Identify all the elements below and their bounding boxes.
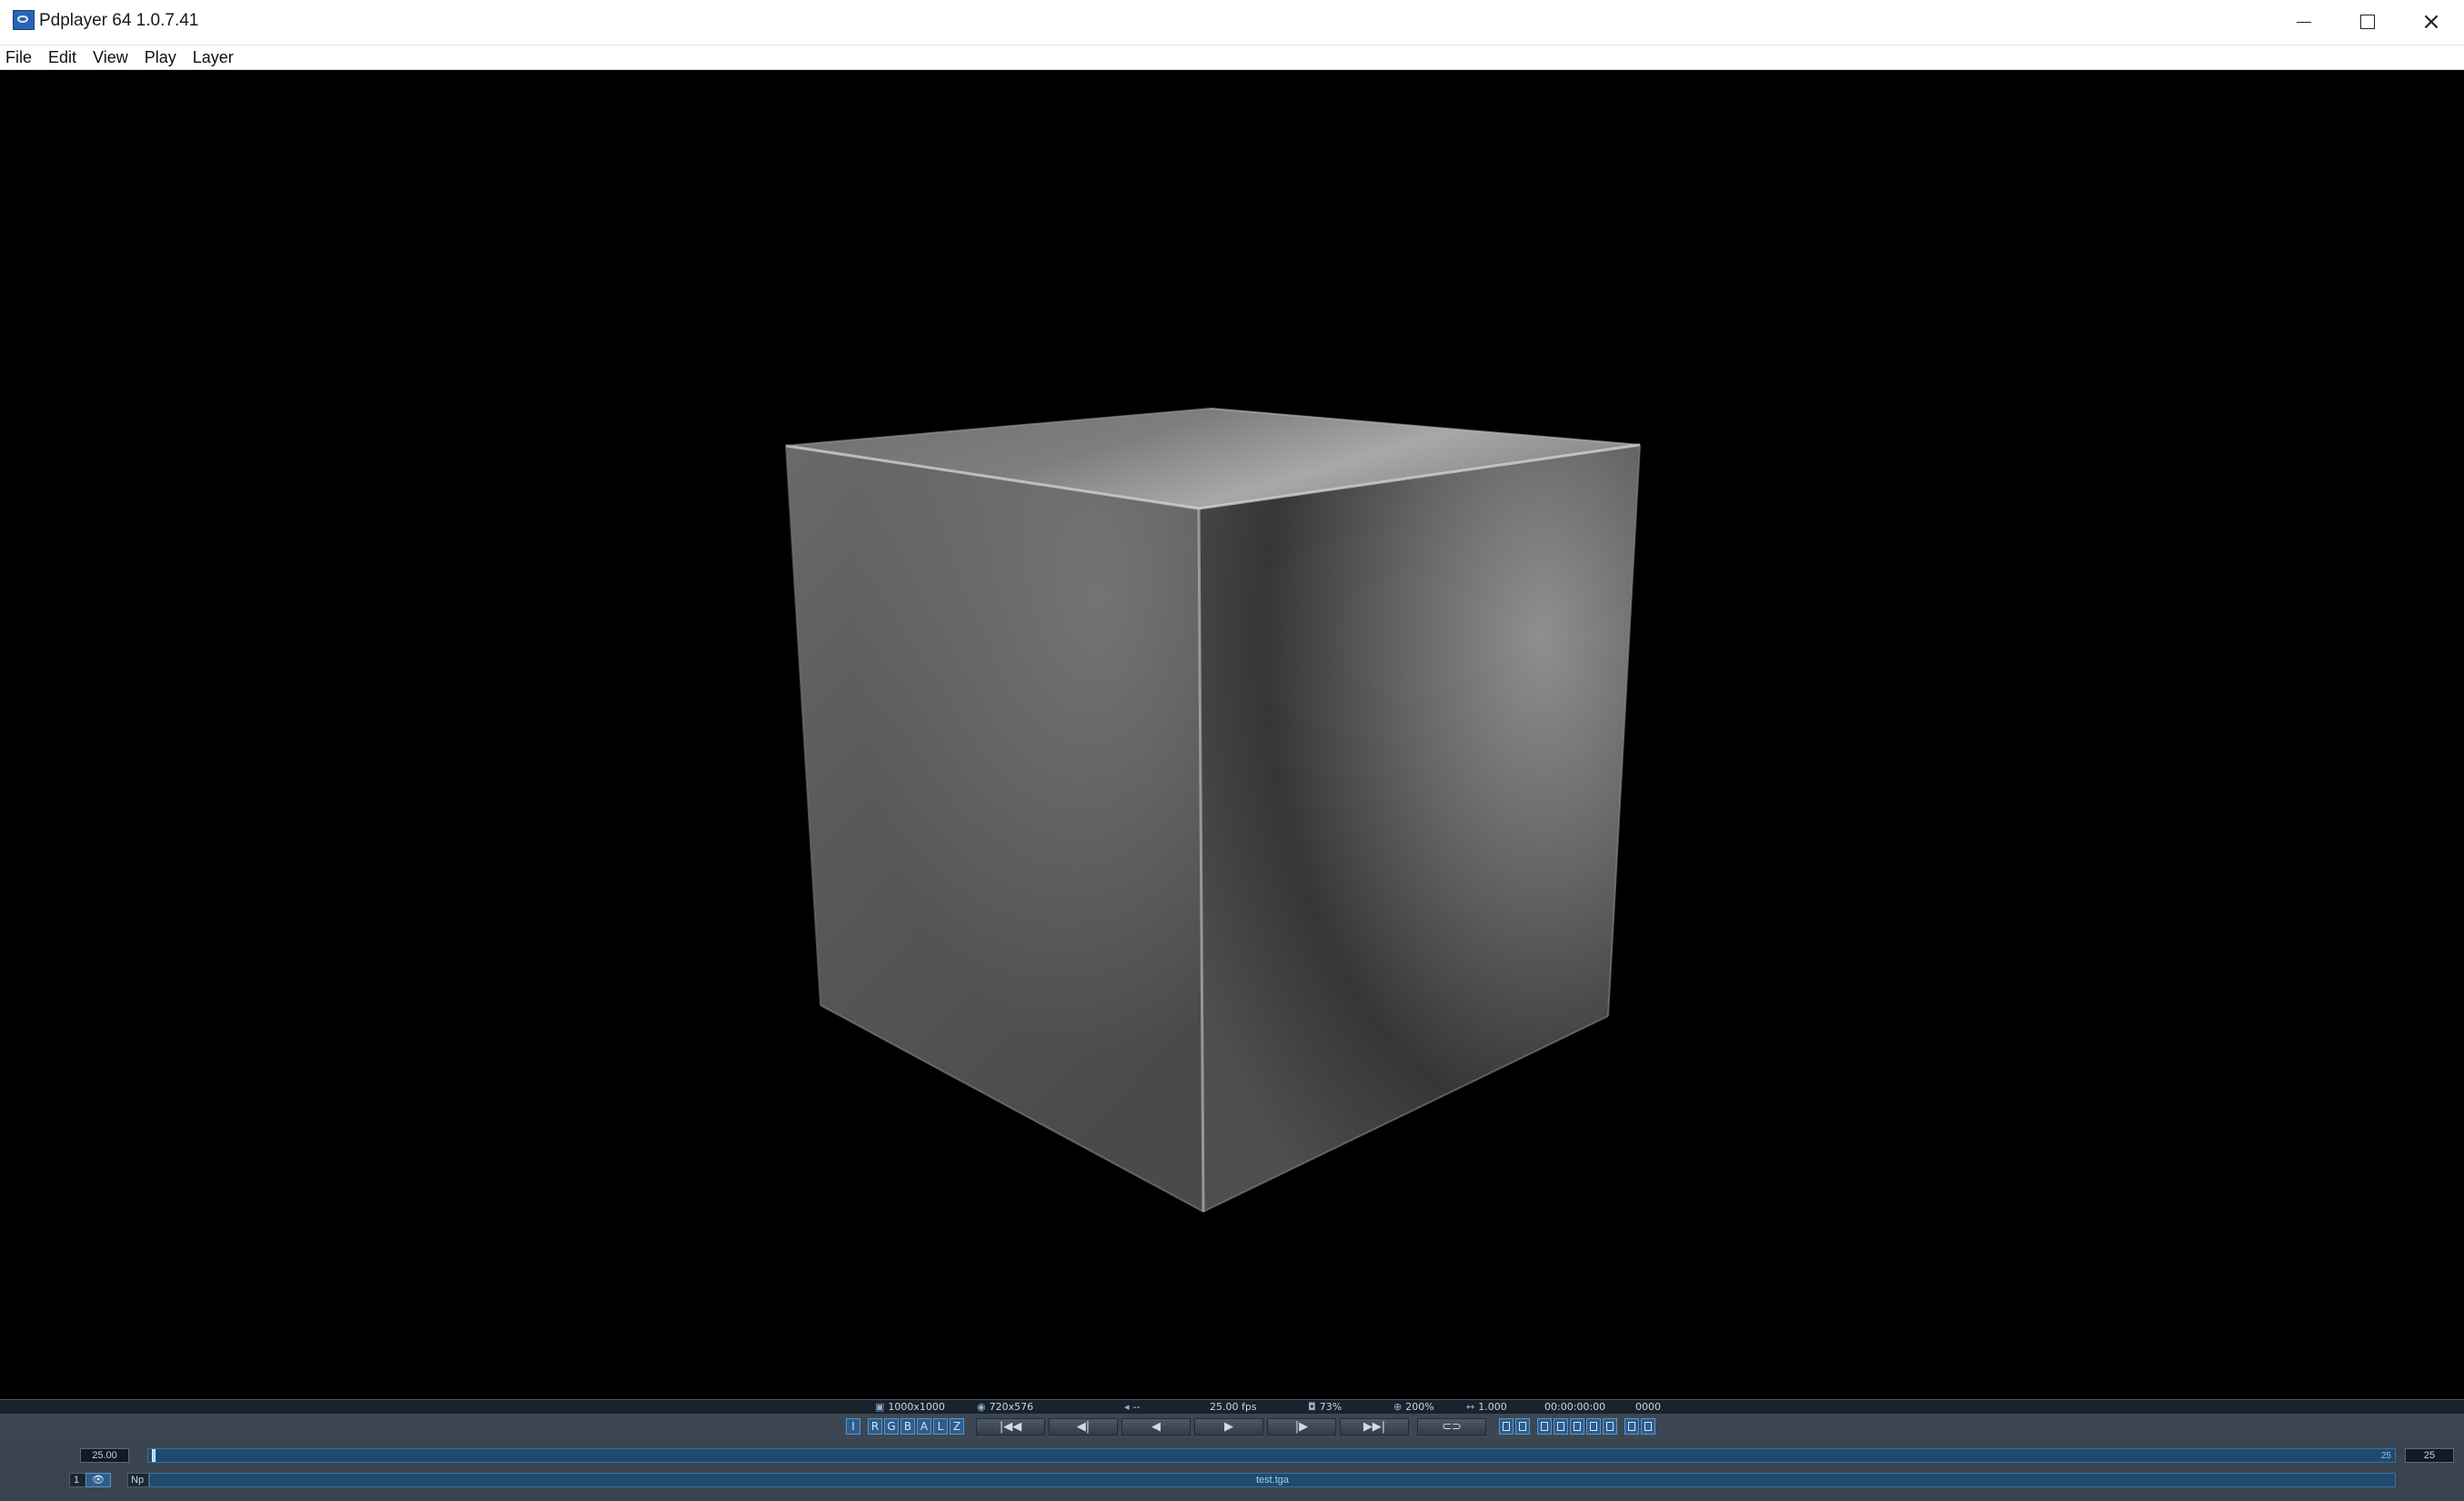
view-mode-4-button[interactable] bbox=[1554, 1418, 1568, 1435]
rendered-grey-cube bbox=[785, 408, 1641, 1214]
view-mode-8-button[interactable] bbox=[1624, 1418, 1639, 1435]
layer-visibility-toggle[interactable]: 👁 bbox=[85, 1473, 111, 1487]
zoom-info: ⊕ 200% bbox=[1393, 1401, 1434, 1413]
end-frame-field[interactable]: 25 bbox=[2405, 1448, 2454, 1463]
layer-clip[interactable]: test.tga bbox=[149, 1473, 2396, 1487]
menu-bar: File Edit View Play Layer bbox=[0, 45, 2464, 70]
cube-right-face bbox=[1199, 445, 1640, 1212]
eye-icon: 👁 bbox=[92, 1475, 105, 1486]
fps-field[interactable]: 25.00 bbox=[80, 1448, 129, 1463]
view-mode-5-button[interactable] bbox=[1570, 1418, 1584, 1435]
aspect-info: ↔ 1.000 bbox=[1466, 1401, 1507, 1413]
pdplayer-app-icon[interactable] bbox=[13, 10, 35, 30]
close-button[interactable]: × bbox=[2399, 0, 2463, 44]
end-frame-marker: 25 bbox=[2380, 1451, 2391, 1461]
toolbar: I R G B A L Z |◀◀ ◀| ◀ ▶ |▶ ▶▶| ⊂⊃ bbox=[0, 1414, 2464, 1439]
channel-a-button[interactable]: A bbox=[917, 1418, 931, 1435]
timeline-track[interactable]: 25 bbox=[147, 1448, 2396, 1463]
last-frame-button[interactable]: ▶▶| bbox=[1340, 1418, 1409, 1436]
first-frame-button[interactable]: |◀◀ bbox=[976, 1418, 1045, 1436]
menu-view[interactable]: View bbox=[85, 45, 136, 70]
playhead[interactable] bbox=[152, 1449, 156, 1462]
play-forward-button[interactable]: ▶ bbox=[1194, 1418, 1263, 1436]
view-mode-1-button[interactable] bbox=[1499, 1418, 1514, 1435]
view-mode-3-button[interactable] bbox=[1537, 1418, 1552, 1435]
player-controls: ▣ 1000x1000 ◉ 720x576 ◂ -- 25.00 fps ◘ 73% ⊕… bbox=[0, 1399, 2464, 1501]
channel-r-button[interactable]: R bbox=[868, 1418, 882, 1435]
step-back-button[interactable]: ◀| bbox=[1049, 1418, 1118, 1436]
channel-l-button[interactable]: L bbox=[933, 1418, 948, 1435]
view-mode-7-button[interactable] bbox=[1603, 1418, 1617, 1435]
maximize-button[interactable] bbox=[2336, 0, 2399, 44]
info-strip: ▣ 1000x1000 ◉ 720x576 ◂ -- 25.00 fps ◘ 73% ⊕… bbox=[0, 1399, 2464, 1414]
audio-info: ◂ -- bbox=[1124, 1401, 1141, 1413]
layer-row: 1 👁 Np test.tga bbox=[0, 1470, 2464, 1490]
view-mode-9-button[interactable] bbox=[1641, 1418, 1655, 1435]
frame-info: 0000 bbox=[1635, 1401, 1661, 1413]
view-mode-6-button[interactable] bbox=[1586, 1418, 1601, 1435]
channel-z-button[interactable]: Z bbox=[950, 1418, 964, 1435]
maximize-icon bbox=[2360, 15, 2375, 29]
menu-file[interactable]: File bbox=[0, 45, 40, 70]
menu-play[interactable]: Play bbox=[136, 45, 185, 70]
fps-info: 25.00 fps bbox=[1210, 1401, 1257, 1413]
menu-layer[interactable]: Layer bbox=[185, 45, 242, 70]
channel-g-button[interactable]: G bbox=[884, 1418, 899, 1435]
window-title: Pdplayer 64 1.0.7.41 bbox=[39, 11, 199, 30]
cache-info: ◘ 73% bbox=[1308, 1401, 1343, 1413]
timecode-info: 00:00:00:00 bbox=[1544, 1401, 1606, 1413]
channel-b-button[interactable]: B bbox=[900, 1418, 915, 1435]
channel-i-button[interactable]: I bbox=[846, 1418, 860, 1435]
composition-size: ▣ 1000x1000 bbox=[875, 1401, 945, 1413]
image-viewport[interactable] bbox=[0, 70, 2464, 1399]
view-mode-2-button[interactable] bbox=[1515, 1418, 1530, 1435]
loop-button[interactable]: ⊂⊃ bbox=[1417, 1418, 1486, 1436]
layer-blend-mode[interactable]: Np bbox=[127, 1473, 149, 1487]
minimize-button[interactable] bbox=[2272, 0, 2336, 44]
play-backward-button[interactable]: ◀ bbox=[1121, 1418, 1191, 1436]
timeline-row: 25.00 25 25 bbox=[0, 1445, 2464, 1466]
output-size: ◉ 720x576 bbox=[977, 1401, 1034, 1413]
menu-edit[interactable]: Edit bbox=[40, 45, 85, 70]
minimize-icon bbox=[2297, 21, 2311, 23]
close-icon: × bbox=[2421, 8, 2441, 35]
title-bar: Pdplayer 64 1.0.7.41 × bbox=[0, 0, 2464, 45]
step-forward-button[interactable]: |▶ bbox=[1267, 1418, 1336, 1436]
